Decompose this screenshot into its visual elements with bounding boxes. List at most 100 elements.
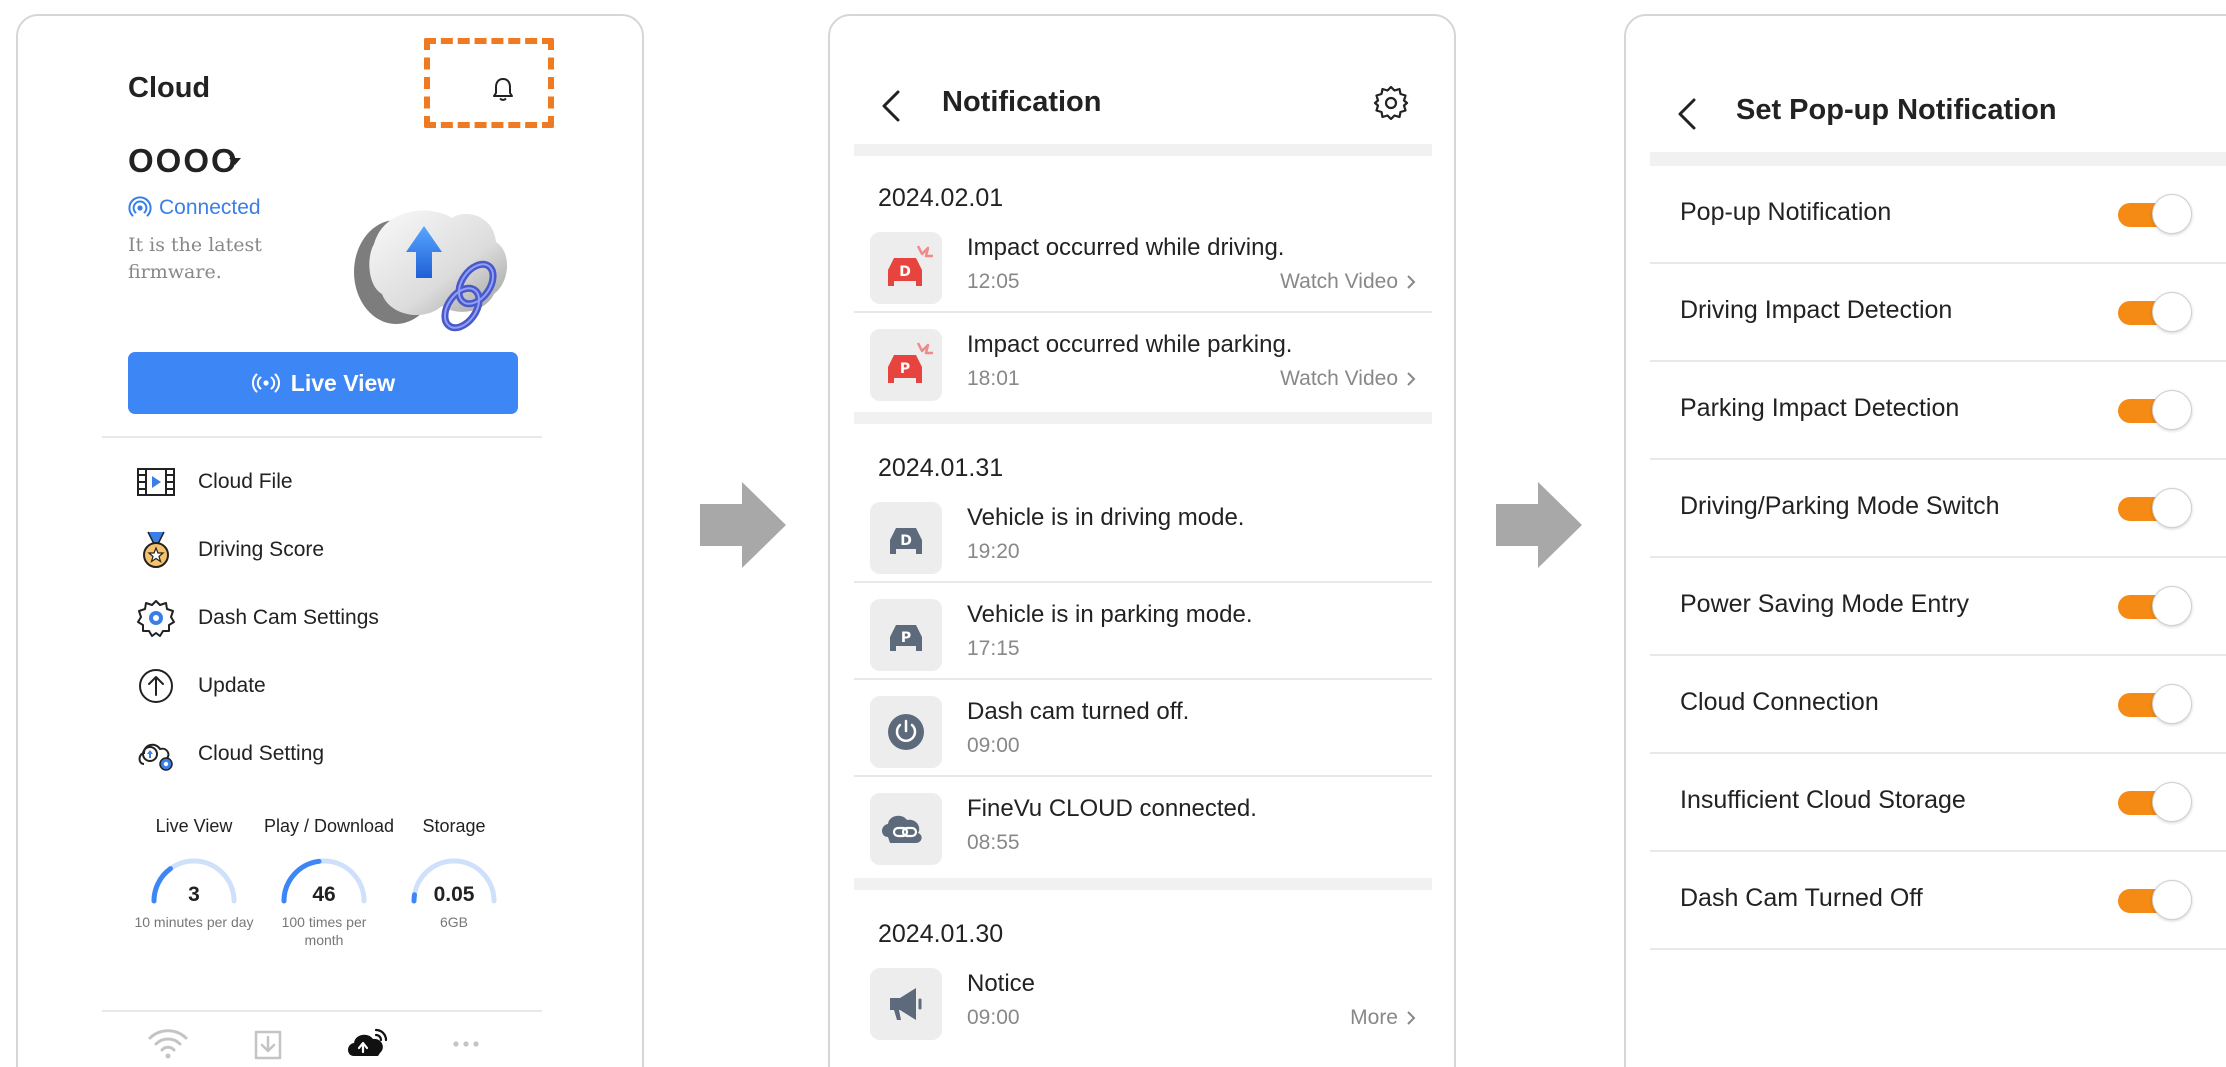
chevron-right-icon — [1407, 372, 1416, 386]
menu-item-driving-score[interactable]: Driving Score — [136, 530, 324, 570]
section-gap — [854, 412, 1432, 424]
setting-label: Driving Impact Detection — [1680, 296, 1953, 324]
notification-time: 09:00 — [967, 734, 1020, 757]
notification-item[interactable]: D Vehicle is in driving mode. 19:20 — [854, 486, 1432, 583]
cloud-upload-illustration — [354, 210, 508, 332]
date-header: 2024.01.30 — [878, 920, 1004, 948]
toggle-switch[interactable] — [2118, 782, 2192, 822]
section-gap — [854, 878, 1432, 890]
more-link[interactable]: More — [1350, 1006, 1416, 1030]
notification-item[interactable]: FineVu CLOUD connected. 08:55 — [854, 777, 1432, 874]
setting-label: Driving/Parking Mode Switch — [1680, 492, 2000, 520]
toggle-switch[interactable] — [2118, 292, 2192, 332]
notification-time: 19:20 — [967, 540, 1020, 563]
stat-value: 0.05 — [433, 883, 475, 906]
back-arrow-icon[interactable] — [876, 86, 908, 126]
back-arrow-icon[interactable] — [1672, 94, 1704, 134]
setting-row: Driving/Parking Mode Switch — [1650, 460, 2226, 558]
svg-text:P: P — [900, 361, 910, 377]
setting-row: Dash Cam Turned Off — [1650, 852, 2226, 950]
notification-item[interactable]: D Impact occurred while driving. 12:05 W… — [854, 216, 1432, 313]
gear-camera-icon — [137, 600, 175, 637]
driving-mode-icon: D — [870, 502, 942, 574]
device-selector[interactable]: OOOO — [128, 142, 239, 180]
menu-item-label: Update — [198, 674, 266, 697]
arrow-up-circle-icon — [139, 669, 173, 703]
menu-item-label: Dash Cam Settings — [198, 606, 379, 629]
watch-video-link[interactable]: Watch Video — [1280, 270, 1416, 294]
power-icon — [870, 696, 942, 768]
page-title: Set Pop-up Notification — [1736, 94, 2057, 126]
stat-value: 3 — [188, 883, 200, 906]
toggle-switch[interactable] — [2118, 880, 2192, 920]
toggle-switch[interactable] — [2118, 586, 2192, 626]
chevron-right-icon — [1407, 275, 1416, 289]
svg-text:P: P — [901, 630, 911, 646]
setting-row: Power Saving Mode Entry — [1650, 558, 2226, 656]
menu-item-label: Cloud Setting — [198, 742, 325, 765]
gear-icon[interactable] — [1372, 84, 1410, 122]
cloud-icon[interactable] — [346, 1026, 390, 1062]
menu-item-cloud-file[interactable]: Cloud File — [136, 462, 293, 502]
section-gap — [854, 144, 1432, 156]
link-label: Watch Video — [1280, 270, 1398, 293]
notification-item[interactable]: P Impact occurred while parking. 18:01 W… — [854, 313, 1432, 410]
stat-play-download: Play / Download 46 100 times per month — [264, 816, 395, 949]
setting-row: Driving Impact Detection — [1650, 264, 2226, 362]
notification-item[interactable]: Dash cam turned off. 09:00 — [854, 680, 1432, 777]
notification-screen: Notification 2024.02.01 D Impact occurre… — [828, 14, 1456, 1067]
notification-time: 12:05 — [967, 270, 1020, 293]
chevron-right-icon — [1407, 1011, 1416, 1025]
notification-title: Impact occurred while driving. — [967, 234, 1285, 261]
toggle-switch[interactable] — [2118, 194, 2192, 234]
setting-row: Pop-up Notification — [1650, 166, 2226, 264]
divider — [102, 436, 542, 438]
notification-title: Notice — [967, 970, 1036, 997]
wifi-icon[interactable] — [146, 1026, 190, 1062]
svg-text:D: D — [900, 533, 912, 549]
download-icon[interactable] — [246, 1026, 290, 1062]
stat-label: Live View — [155, 816, 233, 836]
watch-video-link[interactable]: Watch Video — [1280, 367, 1416, 391]
notification-time: 18:01 — [967, 367, 1020, 390]
link-label: Watch Video — [1280, 367, 1398, 390]
toggle-switch[interactable] — [2118, 488, 2192, 528]
status-text: Connected — [159, 196, 261, 219]
notification-title: Impact occurred while parking. — [967, 331, 1293, 358]
setting-row: Cloud Connection — [1650, 656, 2226, 754]
caret-down-icon[interactable] — [227, 154, 243, 170]
bottom-nav — [102, 1010, 542, 1067]
firmware-text: It is the latest firmware. — [128, 234, 262, 283]
stat-sub: 6GB — [439, 914, 468, 930]
notification-title: Dash cam turned off. — [967, 698, 1190, 725]
driving-impact-icon: D — [870, 232, 942, 304]
setting-label: Dash Cam Turned Off — [1680, 884, 1923, 912]
more-icon[interactable] — [444, 1026, 488, 1062]
stat-sub: 100 times per month — [281, 914, 367, 948]
flow-arrow-icon — [1496, 482, 1582, 568]
setting-row: Parking Impact Detection — [1650, 362, 2226, 460]
toggle-switch[interactable] — [2118, 684, 2192, 724]
notification-time: 09:00 — [967, 1006, 1020, 1029]
usage-gauge: 3 — [148, 851, 240, 911]
notification-item[interactable]: Notice 09:00 More — [854, 952, 1432, 1049]
setting-label: Cloud Connection — [1680, 688, 1879, 716]
notification-item[interactable]: P Vehicle is in parking mode. 17:15 — [854, 583, 1432, 680]
connection-status: Connected — [128, 196, 261, 220]
bell-icon[interactable] — [488, 74, 518, 104]
live-view-button[interactable]: Live View — [128, 352, 518, 414]
toggle-switch[interactable] — [2118, 390, 2192, 430]
parking-mode-icon: P — [870, 599, 942, 671]
menu-item-cloud-setting[interactable]: Cloud Setting — [136, 734, 324, 774]
section-gap — [1650, 152, 2226, 166]
setting-label: Parking Impact Detection — [1680, 394, 1960, 422]
notification-title: Vehicle is in parking mode. — [967, 601, 1253, 628]
menu-item-dash-cam-settings[interactable]: Dash Cam Settings — [136, 598, 379, 638]
menu-item-update[interactable]: Update — [136, 666, 266, 706]
parking-impact-icon: P — [870, 329, 942, 401]
date-header: 2024.01.31 — [878, 454, 1004, 482]
svg-text:D: D — [899, 264, 911, 280]
megaphone-icon — [870, 968, 942, 1040]
stat-label: Play / Download — [264, 816, 395, 836]
setting-label: Pop-up Notification — [1680, 198, 1892, 226]
